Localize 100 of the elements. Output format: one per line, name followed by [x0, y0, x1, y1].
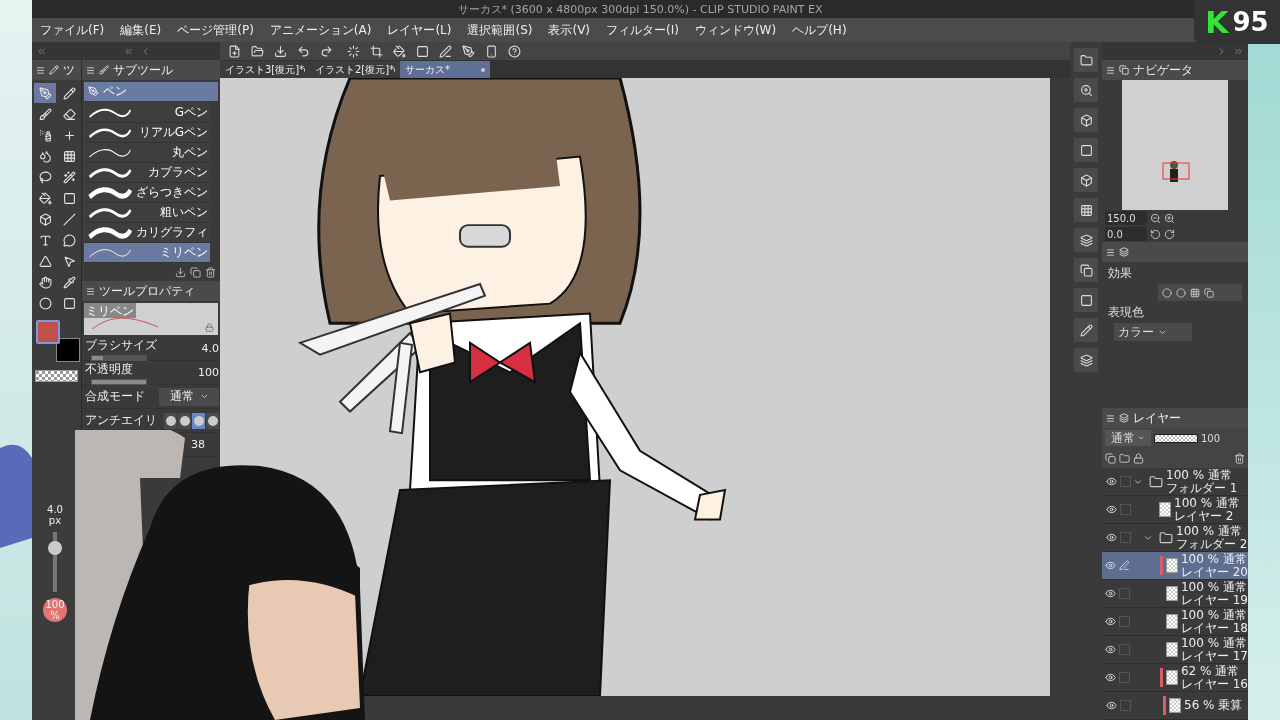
- rotate-left-icon[interactable]: [1150, 228, 1161, 240]
- menu-item[interactable]: レイヤー(L): [387, 21, 452, 39]
- document-tab[interactable]: イラスト2[復元]*: [310, 61, 400, 78]
- blend-mode-select[interactable]: 通常: [159, 387, 219, 406]
- checkbox[interactable]: [1120, 476, 1131, 487]
- panel-button[interactable]: [1074, 138, 1098, 162]
- panel-button[interactable]: [1074, 288, 1098, 312]
- help-icon[interactable]: [508, 44, 521, 58]
- eye-icon[interactable]: [1105, 644, 1117, 655]
- panel-button[interactable]: [1074, 198, 1098, 222]
- antialias-option[interactable]: [206, 412, 219, 429]
- layer-row[interactable]: 100 % 通常 レイヤー 2: [1102, 496, 1248, 524]
- layer-row[interactable]: 100 % 通常 レイヤー 17: [1102, 636, 1248, 664]
- panel-button[interactable]: [1074, 228, 1098, 252]
- folder-icon[interactable]: [1119, 452, 1130, 464]
- document-tab[interactable]: イラスト3[復元]*: [220, 61, 310, 78]
- menu-icon[interactable]: [86, 65, 95, 75]
- subtool-tab[interactable]: サブツール: [82, 60, 220, 80]
- menu-item[interactable]: 表示(V): [548, 21, 591, 39]
- zoom-in-icon[interactable]: [1164, 212, 1175, 224]
- menu-icon[interactable]: [86, 286, 95, 296]
- checkbox[interactable]: [1119, 616, 1130, 627]
- new-file-icon[interactable]: [228, 44, 241, 58]
- sub-color-swatch[interactable]: [56, 338, 80, 362]
- menu-icon[interactable]: [36, 65, 45, 75]
- paint-bucket-icon[interactable]: [393, 44, 406, 58]
- brush-item[interactable]: カリグラフィ: [84, 223, 210, 243]
- download-icon[interactable]: [175, 266, 186, 278]
- square-icon[interactable]: [416, 44, 429, 58]
- eye-icon[interactable]: [1105, 616, 1117, 627]
- layer-tab[interactable]: レイヤー: [1102, 408, 1248, 428]
- navigator-tab[interactable]: ナビゲータ: [1102, 60, 1248, 80]
- trash-icon[interactable]: [205, 266, 216, 278]
- lock-icon[interactable]: [205, 323, 214, 332]
- eye-icon[interactable]: [1105, 672, 1117, 683]
- menu-item[interactable]: ウィンドウ(W): [694, 21, 777, 39]
- transparent-swatch[interactable]: [35, 370, 78, 382]
- rotate-right-icon[interactable]: [1164, 228, 1175, 240]
- panel-button[interactable]: [1074, 258, 1098, 282]
- menu-icon[interactable]: [1106, 413, 1115, 423]
- pen-icon[interactable]: [462, 44, 475, 58]
- menu-item[interactable]: ヘルプ(H): [792, 21, 847, 39]
- main-color-swatch[interactable]: [36, 320, 60, 344]
- eye-icon[interactable]: [1105, 532, 1117, 543]
- panel-button[interactable]: [1074, 318, 1098, 342]
- antialias-option[interactable]: [192, 412, 205, 429]
- antialias-option[interactable]: [164, 412, 177, 429]
- angle-field[interactable]: 0.0: [1105, 227, 1147, 241]
- menu-item[interactable]: 編集(E): [120, 21, 162, 39]
- menu-item[interactable]: ページ管理(P): [177, 21, 254, 39]
- checkbox[interactable]: [1119, 672, 1130, 683]
- checkbox[interactable]: [1120, 532, 1131, 543]
- eye-icon[interactable]: [1105, 504, 1117, 515]
- spinner-icon[interactable]: [347, 44, 360, 58]
- panel-button[interactable]: [1074, 168, 1098, 192]
- checkbox[interactable]: [1120, 504, 1131, 515]
- lock-icon[interactable]: [1133, 452, 1144, 464]
- brush-item[interactable]: ざらつきペン: [84, 183, 210, 203]
- opacity-value[interactable]: 100: [1201, 432, 1221, 444]
- crop-icon[interactable]: [370, 44, 383, 58]
- blend-mode-select[interactable]: 通常: [1105, 430, 1151, 446]
- zoom-out-icon[interactable]: [1150, 212, 1161, 224]
- panel-button[interactable]: [1074, 348, 1098, 372]
- slider-thumb[interactable]: [48, 541, 62, 556]
- effect-buttons[interactable]: [1158, 284, 1242, 301]
- phone-icon[interactable]: [485, 44, 498, 58]
- menu-item[interactable]: 選択範囲(S): [467, 21, 533, 39]
- redo-icon[interactable]: [320, 44, 333, 58]
- brush-item[interactable]: カブラペン: [84, 163, 210, 183]
- tool-property-tab[interactable]: ツールプロパティ: [82, 281, 220, 301]
- panel-button[interactable]: [1074, 108, 1098, 132]
- menu-item[interactable]: アニメーション(A): [269, 21, 372, 39]
- color-mode-select[interactable]: カラー: [1114, 323, 1192, 341]
- layer-row[interactable]: 62 % 通常 レイヤー 16: [1102, 664, 1248, 692]
- tool-panel-tab[interactable]: ツ: [32, 60, 81, 80]
- property-value[interactable]: 100: [198, 366, 219, 379]
- property-value[interactable]: 38: [191, 438, 205, 451]
- layer-row[interactable]: 100 % 通常 フォルダー 2: [1102, 524, 1248, 552]
- document-tab[interactable]: サーカス*: [400, 61, 490, 78]
- menu-item[interactable]: ファイル(F): [40, 21, 105, 39]
- panel-button[interactable]: [1074, 78, 1098, 102]
- checkbox[interactable]: [1119, 644, 1130, 655]
- property-value[interactable]: 4.0: [201, 342, 219, 355]
- eye-icon[interactable]: [1105, 700, 1117, 711]
- brush-item[interactable]: リアルGペン: [84, 123, 210, 143]
- menu-item[interactable]: フィルター(I): [606, 21, 679, 39]
- brush-item[interactable]: 丸ペン: [84, 143, 210, 163]
- layer-row[interactable]: 100 % 通常 レイヤー 18: [1102, 608, 1248, 636]
- panel-button[interactable]: [1074, 48, 1098, 72]
- zoom-field[interactable]: 150.0: [1105, 211, 1147, 225]
- layer-row[interactable]: 100 % 通常 レイヤー 20: [1102, 552, 1248, 580]
- eye-icon[interactable]: [1105, 560, 1117, 571]
- trash-icon[interactable]: [1234, 452, 1245, 464]
- eye-icon[interactable]: [1105, 588, 1117, 599]
- antialias-option[interactable]: [178, 412, 191, 429]
- checkbox[interactable]: [1120, 700, 1131, 711]
- brush-item[interactable]: 粗いペン: [84, 203, 210, 223]
- open-folder-icon[interactable]: [251, 44, 264, 58]
- eye-icon[interactable]: [1105, 476, 1117, 487]
- layer-row[interactable]: 100 % 通常 レイヤー 19: [1102, 580, 1248, 608]
